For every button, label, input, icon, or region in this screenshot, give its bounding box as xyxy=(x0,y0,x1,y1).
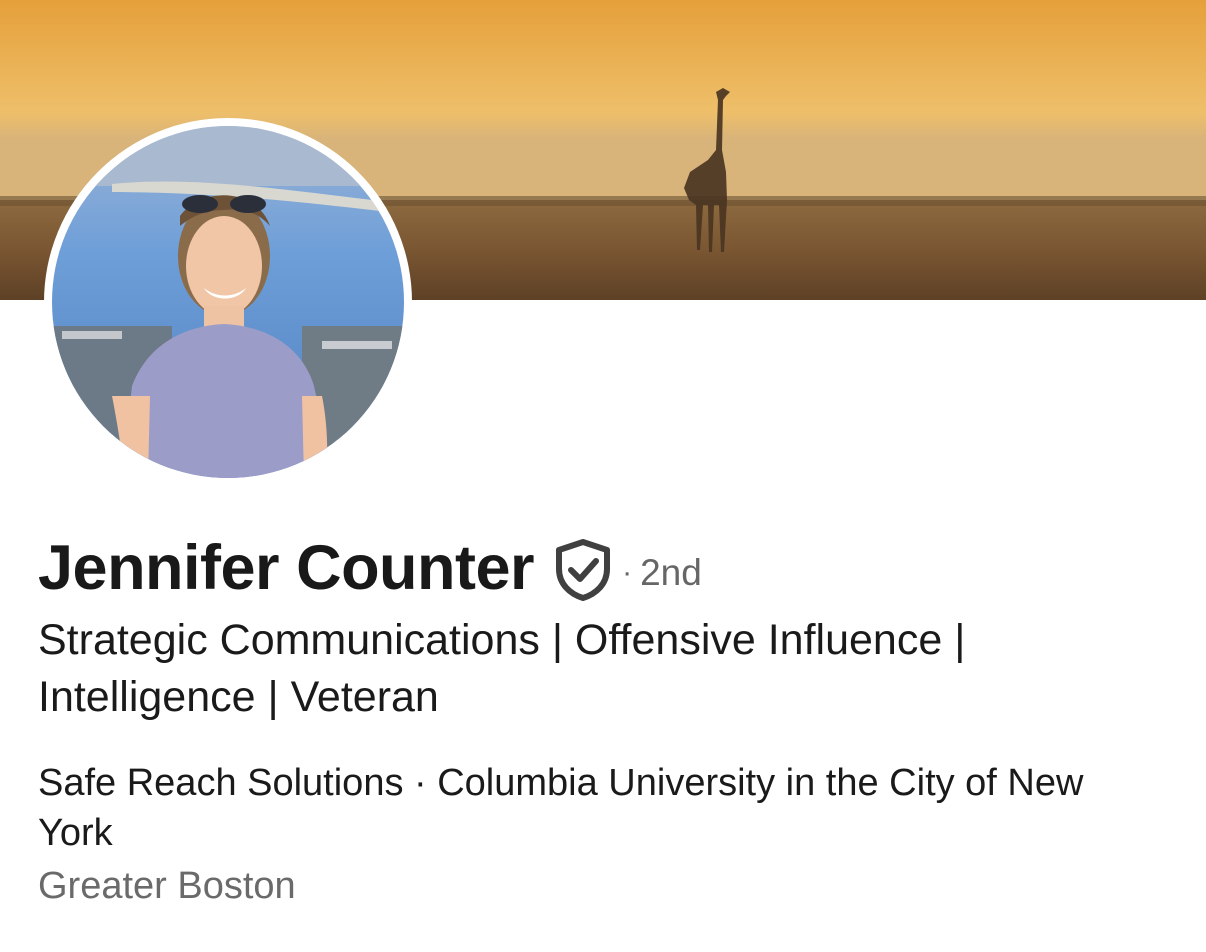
profile-headline: Strategic Communications | Offensive Inf… xyxy=(38,616,966,721)
connection-degree: · 2nd xyxy=(622,552,702,594)
company-education[interactable]: Safe Reach Solutions · Columbia Universi… xyxy=(38,758,1158,858)
profile-location: Greater Boston xyxy=(38,865,296,907)
connection-separator: · xyxy=(622,556,633,589)
name-row: Jennifer Counter · 2nd xyxy=(38,528,702,608)
avatar[interactable] xyxy=(52,126,404,478)
connection-degree-label: 2nd xyxy=(640,552,702,593)
profile-name: Jennifer Counter xyxy=(38,533,535,603)
verified-shield-icon[interactable] xyxy=(554,538,612,606)
profile-photo xyxy=(52,126,404,478)
